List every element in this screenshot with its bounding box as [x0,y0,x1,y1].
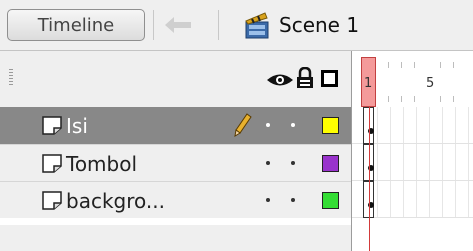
playhead-line [369,107,370,251]
back-arrow-icon[interactable] [163,15,193,35]
toolbar-separator [153,10,154,40]
layer-panel-empty [0,225,351,251]
pencil-icon [234,113,252,137]
layer-row-background[interactable]: backgro... [0,181,352,218]
lock-dot[interactable] [291,198,295,202]
ruler-tick [388,62,389,68]
lock-dot[interactable] [291,123,295,127]
layer-row-tombol[interactable]: Tombol [0,144,352,181]
frame-number-1: 1 [364,76,373,91]
layer-row-isi[interactable]: Isi [0,107,352,144]
layer-name[interactable]: backgro... [66,189,165,213]
layer-icon [42,154,62,173]
scene-label[interactable]: Scene 1 [279,13,359,37]
layer-name[interactable]: Tombol [66,152,137,176]
toolbar-separator [218,10,219,40]
ruler-tick [414,62,415,68]
panel-divider[interactable] [351,51,352,251]
ruler-tick [414,96,415,102]
outline-color-swatch[interactable] [322,155,339,172]
frame-number-5: 5 [426,76,435,91]
ruler-tick [440,62,441,68]
lock-dot[interactable] [291,161,295,165]
layer-icon [42,116,62,135]
ruler-tick [440,96,441,102]
layer-name[interactable]: Isi [66,114,88,138]
visibility-dot[interactable] [266,161,270,165]
visibility-dot[interactable] [266,198,270,202]
ruler-tick [453,96,454,102]
panel-grip[interactable] [9,69,13,87]
eye-icon[interactable] [266,72,294,88]
layer-icon [42,191,62,210]
ruler-tick [401,62,402,68]
lock-icon[interactable] [296,67,314,89]
ruler-tick [388,96,389,102]
outline-square-icon[interactable] [321,70,338,87]
ruler-tick [401,96,402,102]
outline-color-swatch[interactable] [322,192,339,209]
visibility-dot[interactable] [266,123,270,127]
ruler-tick [453,62,454,68]
clapperboard-icon [245,12,269,39]
timeline-button[interactable]: Timeline [7,9,145,41]
outline-color-swatch[interactable] [322,117,339,134]
